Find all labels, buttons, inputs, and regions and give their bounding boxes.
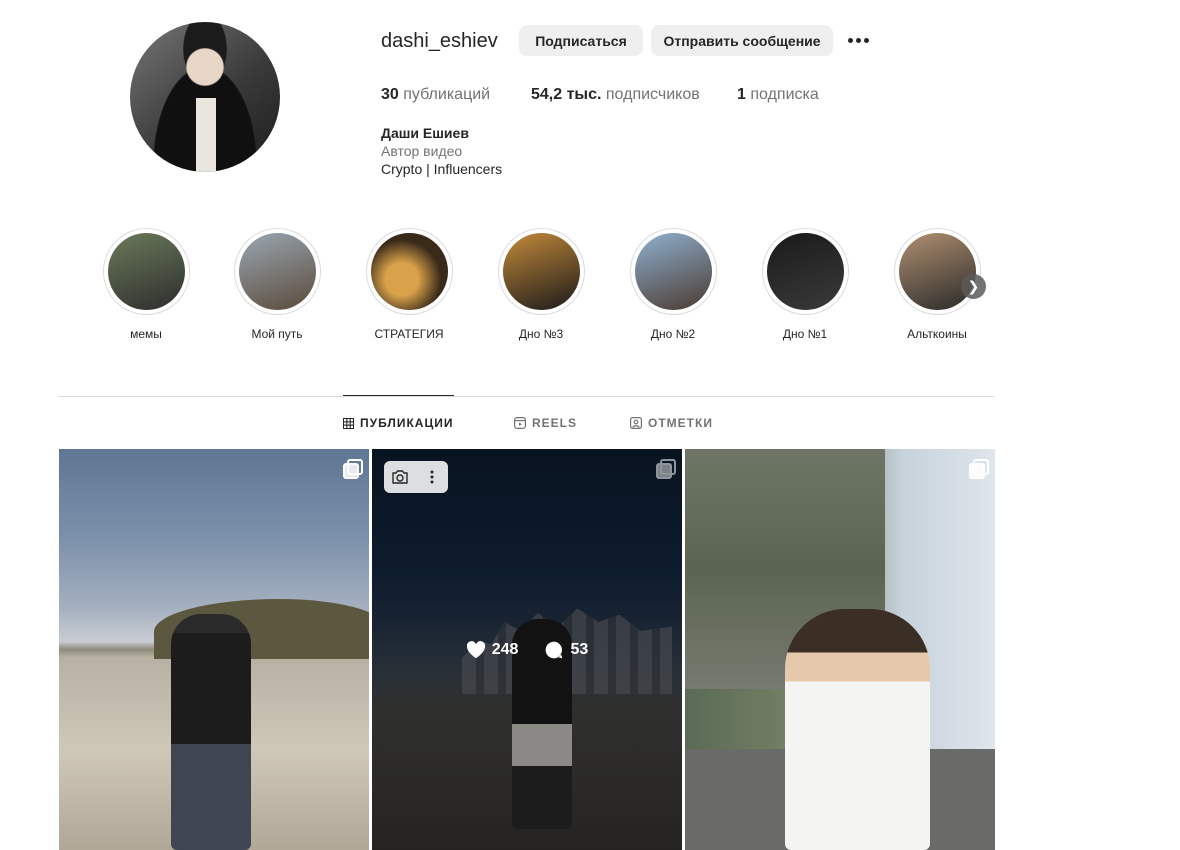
heart-icon (466, 640, 485, 658)
comments-count: 53 (544, 640, 588, 660)
highlight-label: Дно №3 (518, 327, 564, 341)
highlight-label: Мой путь (251, 327, 303, 341)
follow-button[interactable]: Подписаться (519, 25, 643, 56)
more-horizontal-icon (847, 37, 853, 43)
highlight-bottom-3[interactable]: Дно №3 (481, 228, 601, 341)
highlight-thumbnail (370, 233, 448, 310)
highlight-thumbnail (238, 233, 316, 310)
highlight-my-path[interactable]: Мой путь (217, 228, 337, 341)
highlight-bottom-1[interactable]: Дно №1 (745, 228, 865, 341)
carousel-icon (343, 459, 363, 479)
carousel-icon (969, 459, 989, 479)
tabs-divider (59, 396, 994, 397)
highlight-thumbnail (766, 233, 844, 310)
post-thumbnail[interactable] (59, 449, 369, 850)
tagged-icon (630, 417, 642, 429)
profile-full-name: Даши Ешиев (381, 125, 469, 141)
tab-posts-label: ПУБЛИКАЦИИ (360, 416, 454, 430)
highlight-label: СТРАТЕГИЯ (374, 327, 444, 341)
highlight-thumbnail (898, 233, 976, 310)
highlight-thumbnail (634, 233, 712, 310)
tab-posts[interactable]: ПУБЛИКАЦИИ (343, 416, 453, 430)
likes-count: 248 (466, 640, 518, 659)
chevron-right-icon: ❯ (967, 278, 980, 294)
post-thumbnail[interactable] (685, 449, 995, 850)
grid-icon (343, 417, 354, 429)
highlight-label: Дно №1 (782, 327, 828, 341)
followers-link[interactable]: 54,2 тыс. подписчиков (531, 86, 700, 104)
tab-reels[interactable]: REELS (514, 416, 577, 430)
posts-count: 30 публикаций (381, 86, 491, 103)
profile-category: Автор видео (381, 143, 463, 159)
tab-reels-label: REELS (532, 416, 578, 430)
highlight-bottom-2[interactable]: Дно №2 (613, 228, 733, 341)
highlight-thumbnail (107, 233, 185, 310)
highlight-label: Дно №2 (650, 327, 696, 341)
profile-avatar[interactable] (130, 22, 280, 172)
post-thumbnail[interactable]: 248 53 (372, 449, 682, 850)
comment-icon (546, 641, 563, 658)
active-tab-indicator (343, 395, 454, 396)
highlight-thumbnail (502, 233, 580, 310)
following-link[interactable]: 1 подписка (737, 86, 819, 104)
highlight-label: мемы (130, 327, 162, 341)
highlights-next-button[interactable]: ❯ (961, 274, 986, 299)
highlight-memes[interactable]: мемы (86, 228, 206, 341)
highlight-strategy[interactable]: СТРАТЕГИЯ (349, 228, 469, 341)
send-message-button[interactable]: Отправить сообщение (651, 25, 833, 56)
more-options-button[interactable] (845, 28, 871, 52)
profile-bio: Crypto | Influencers (381, 161, 503, 177)
tab-tagged-label: ОТМЕТКИ (648, 416, 713, 430)
reels-icon (514, 417, 526, 429)
tab-tagged[interactable]: ОТМЕТКИ (630, 416, 713, 430)
post-hover-stats: 248 53 (372, 449, 682, 850)
highlight-label: Альткоины (907, 327, 967, 341)
profile-username: dashi_eshiev (381, 30, 498, 52)
